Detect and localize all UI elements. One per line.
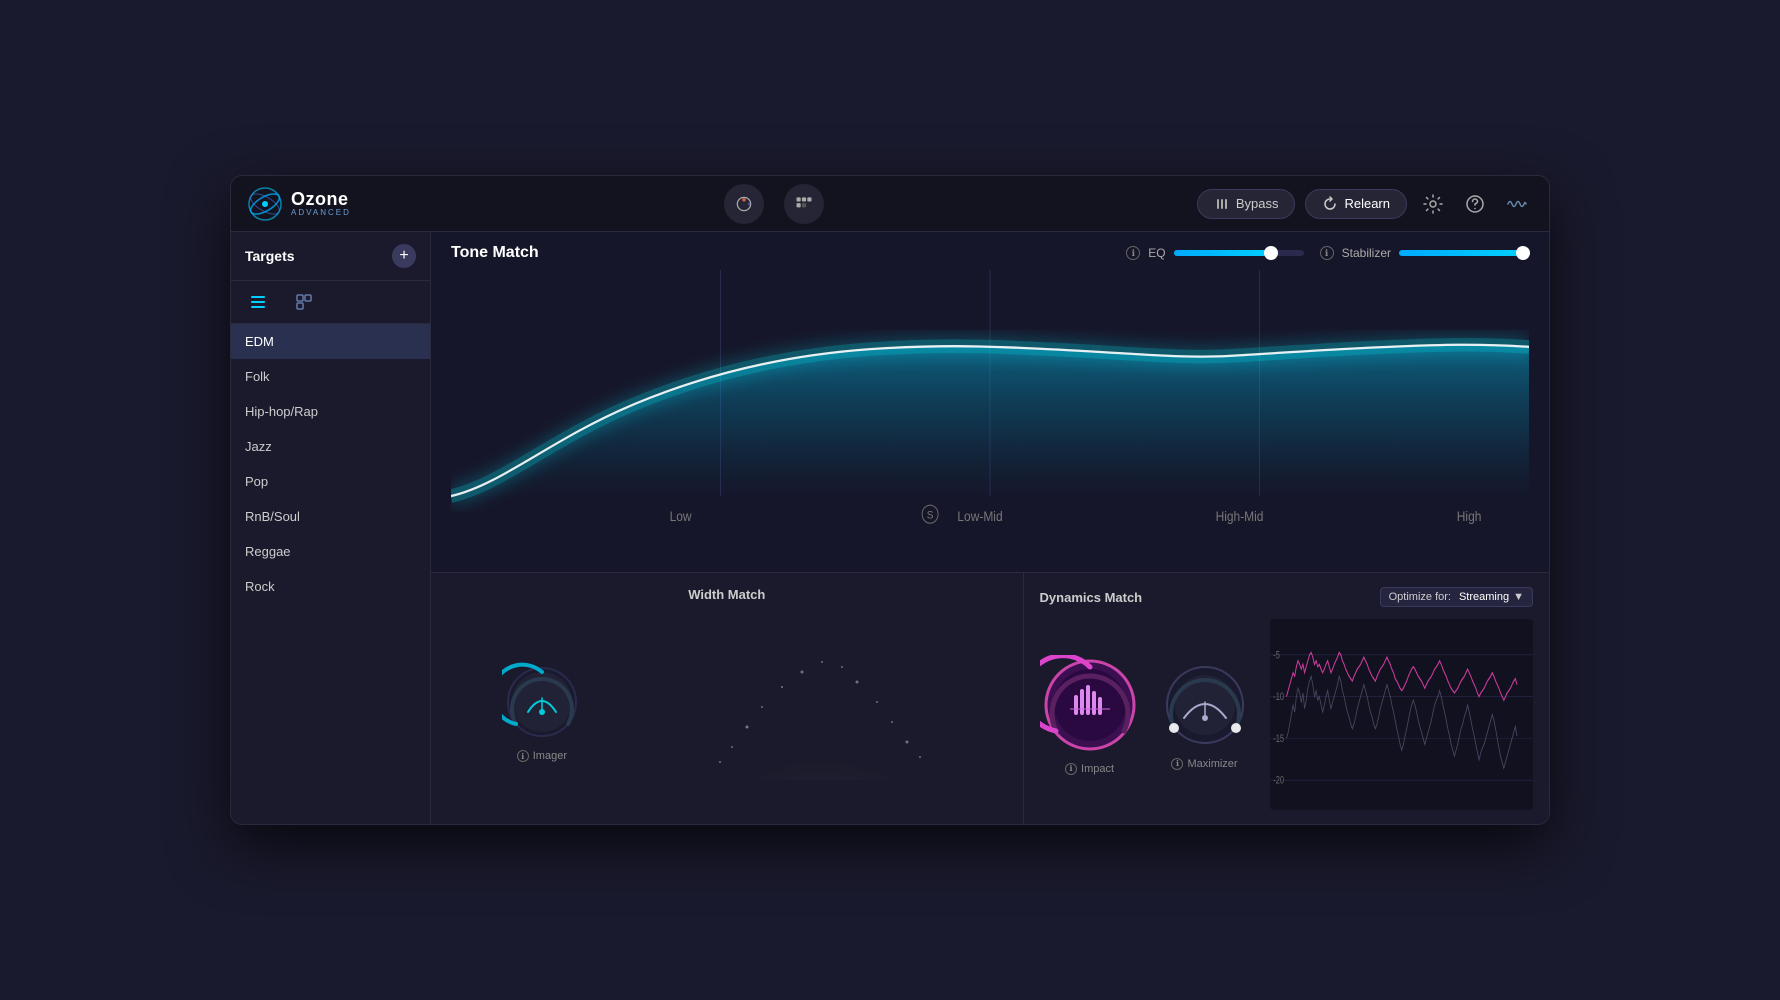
impact-knob-section: ℹ Impact	[1040, 655, 1140, 775]
list-view-tab[interactable]	[237, 285, 279, 319]
list-item-label: Folk	[245, 369, 270, 384]
width-match-title: Width Match	[447, 587, 1007, 602]
list-item[interactable]: Rock	[231, 569, 430, 604]
tone-match-header: Tone Match ℹ EQ ℹ	[451, 244, 1529, 262]
list-item[interactable]: Hip-hop/Rap	[231, 394, 430, 429]
impact-knob[interactable]	[1040, 655, 1140, 755]
list-item-label: Pop	[245, 474, 268, 489]
list-item-label: RnB/Soul	[245, 509, 300, 524]
bottom-panels: Width Match	[431, 572, 1549, 824]
header-center-nav	[724, 184, 824, 224]
app-window: Ozone ADVANCED	[230, 175, 1550, 825]
maximizer-knob[interactable]	[1160, 660, 1250, 750]
svg-text:High-Mid: High-Mid	[1216, 508, 1264, 524]
spectrum-nav-button[interactable]	[724, 184, 764, 224]
svg-text:-5: -5	[1273, 649, 1280, 661]
list-item[interactable]: RnB/Soul	[231, 499, 430, 534]
list-item-label: EDM	[245, 334, 274, 349]
imager-label: ℹ Imager	[517, 750, 567, 762]
tone-chart: Low S Low-Mid High-Mid High	[451, 270, 1529, 530]
header-right: Bypass Relearn	[1197, 188, 1533, 220]
dynamics-match-panel: Dynamics Match Optimize for: Streaming ▼	[1024, 573, 1549, 824]
logo-text: Ozone ADVANCED	[291, 190, 351, 217]
list-item-label: Hip-hop/Rap	[245, 404, 318, 419]
main-content: Targets +	[231, 232, 1549, 824]
svg-text:Low-Mid: Low-Mid	[957, 508, 1002, 524]
svg-text:-15: -15	[1273, 733, 1284, 745]
waveform-icon-button[interactable]	[1501, 188, 1533, 220]
optimize-label: Optimize for:	[1389, 591, 1451, 603]
sidebar-title: Targets	[245, 248, 295, 264]
tone-match-title: Tone Match	[451, 244, 539, 262]
svg-text:-10: -10	[1273, 691, 1284, 703]
list-item[interactable]: Folk	[231, 359, 430, 394]
svg-text:S: S	[927, 509, 934, 522]
svg-text:-20: -20	[1273, 774, 1284, 786]
app-name: Ozone	[291, 190, 351, 208]
settings-button[interactable]	[1417, 188, 1449, 220]
tone-match-panel: Tone Match ℹ EQ ℹ	[431, 232, 1549, 572]
ozone-logo-icon	[247, 186, 283, 222]
svg-text:Low: Low	[670, 508, 693, 524]
eq-info-icon[interactable]: ℹ	[1126, 246, 1140, 260]
list-item[interactable]: Reggae	[231, 534, 430, 569]
add-target-button[interactable]: +	[392, 244, 416, 268]
stereo-field-viz	[692, 642, 952, 782]
relearn-button[interactable]: Relearn	[1305, 189, 1407, 219]
bypass-button[interactable]: Bypass	[1197, 189, 1296, 219]
dynamics-match-title: Dynamics Match	[1040, 590, 1143, 605]
sidebar: Targets +	[231, 232, 431, 824]
header: Ozone ADVANCED	[231, 176, 1549, 232]
list-item-label: Rock	[245, 579, 275, 594]
relearn-label: Relearn	[1344, 196, 1390, 211]
dynamics-match-header: Dynamics Match Optimize for: Streaming ▼	[1040, 587, 1533, 607]
optimize-for-select[interactable]: Optimize for: Streaming ▼	[1380, 587, 1533, 607]
modules-nav-button[interactable]	[784, 184, 824, 224]
stabilizer-slider[interactable]	[1399, 250, 1529, 256]
sidebar-header: Targets +	[231, 232, 430, 281]
logo-area: Ozone ADVANCED	[247, 186, 351, 222]
tone-match-controls: ℹ EQ ℹ Stabilizer	[1126, 246, 1529, 260]
list-item-label: Jazz	[245, 439, 272, 454]
list-item[interactable]: Jazz	[231, 429, 430, 464]
targets-list: EDM Folk Hip-hop/Rap Jazz Pop RnB/Soul	[231, 324, 430, 824]
eq-control-group: ℹ EQ	[1126, 246, 1303, 260]
dynamics-waveform-chart: -5 -10 -15 -20	[1270, 619, 1533, 810]
width-match-content: ℹ Imager	[447, 614, 1007, 810]
eq-label: EQ	[1148, 246, 1165, 260]
svg-text:High: High	[1457, 508, 1482, 524]
right-panel: Tone Match ℹ EQ ℹ	[431, 232, 1549, 824]
grid-view-tab[interactable]	[283, 285, 325, 319]
maximizer-label: ℹ Maximizer	[1171, 758, 1237, 770]
maximizer-knob-section: ℹ Maximizer	[1160, 660, 1250, 770]
imager-knob-section: ℹ Imager	[502, 662, 582, 762]
width-match-panel: Width Match	[431, 573, 1024, 824]
list-item[interactable]: EDM	[231, 324, 430, 359]
optimize-value: Streaming	[1459, 591, 1509, 603]
stabilizer-control-group: ℹ Stabilizer	[1320, 246, 1529, 260]
stabilizer-info-icon[interactable]: ℹ	[1320, 246, 1334, 260]
dynamics-content: ℹ Impact	[1040, 619, 1533, 810]
list-item-label: Reggae	[245, 544, 291, 559]
app-subtitle: ADVANCED	[291, 208, 351, 217]
imager-knob[interactable]	[502, 662, 582, 742]
stabilizer-label: Stabilizer	[1342, 246, 1391, 260]
list-item[interactable]: Pop	[231, 464, 430, 499]
chevron-down-icon: ▼	[1513, 591, 1524, 603]
help-button[interactable]	[1459, 188, 1491, 220]
eq-slider[interactable]	[1174, 250, 1304, 256]
impact-label: ℹ Impact	[1065, 763, 1114, 775]
dynamics-knobs: ℹ Impact	[1040, 619, 1250, 810]
bypass-label: Bypass	[1236, 196, 1279, 211]
